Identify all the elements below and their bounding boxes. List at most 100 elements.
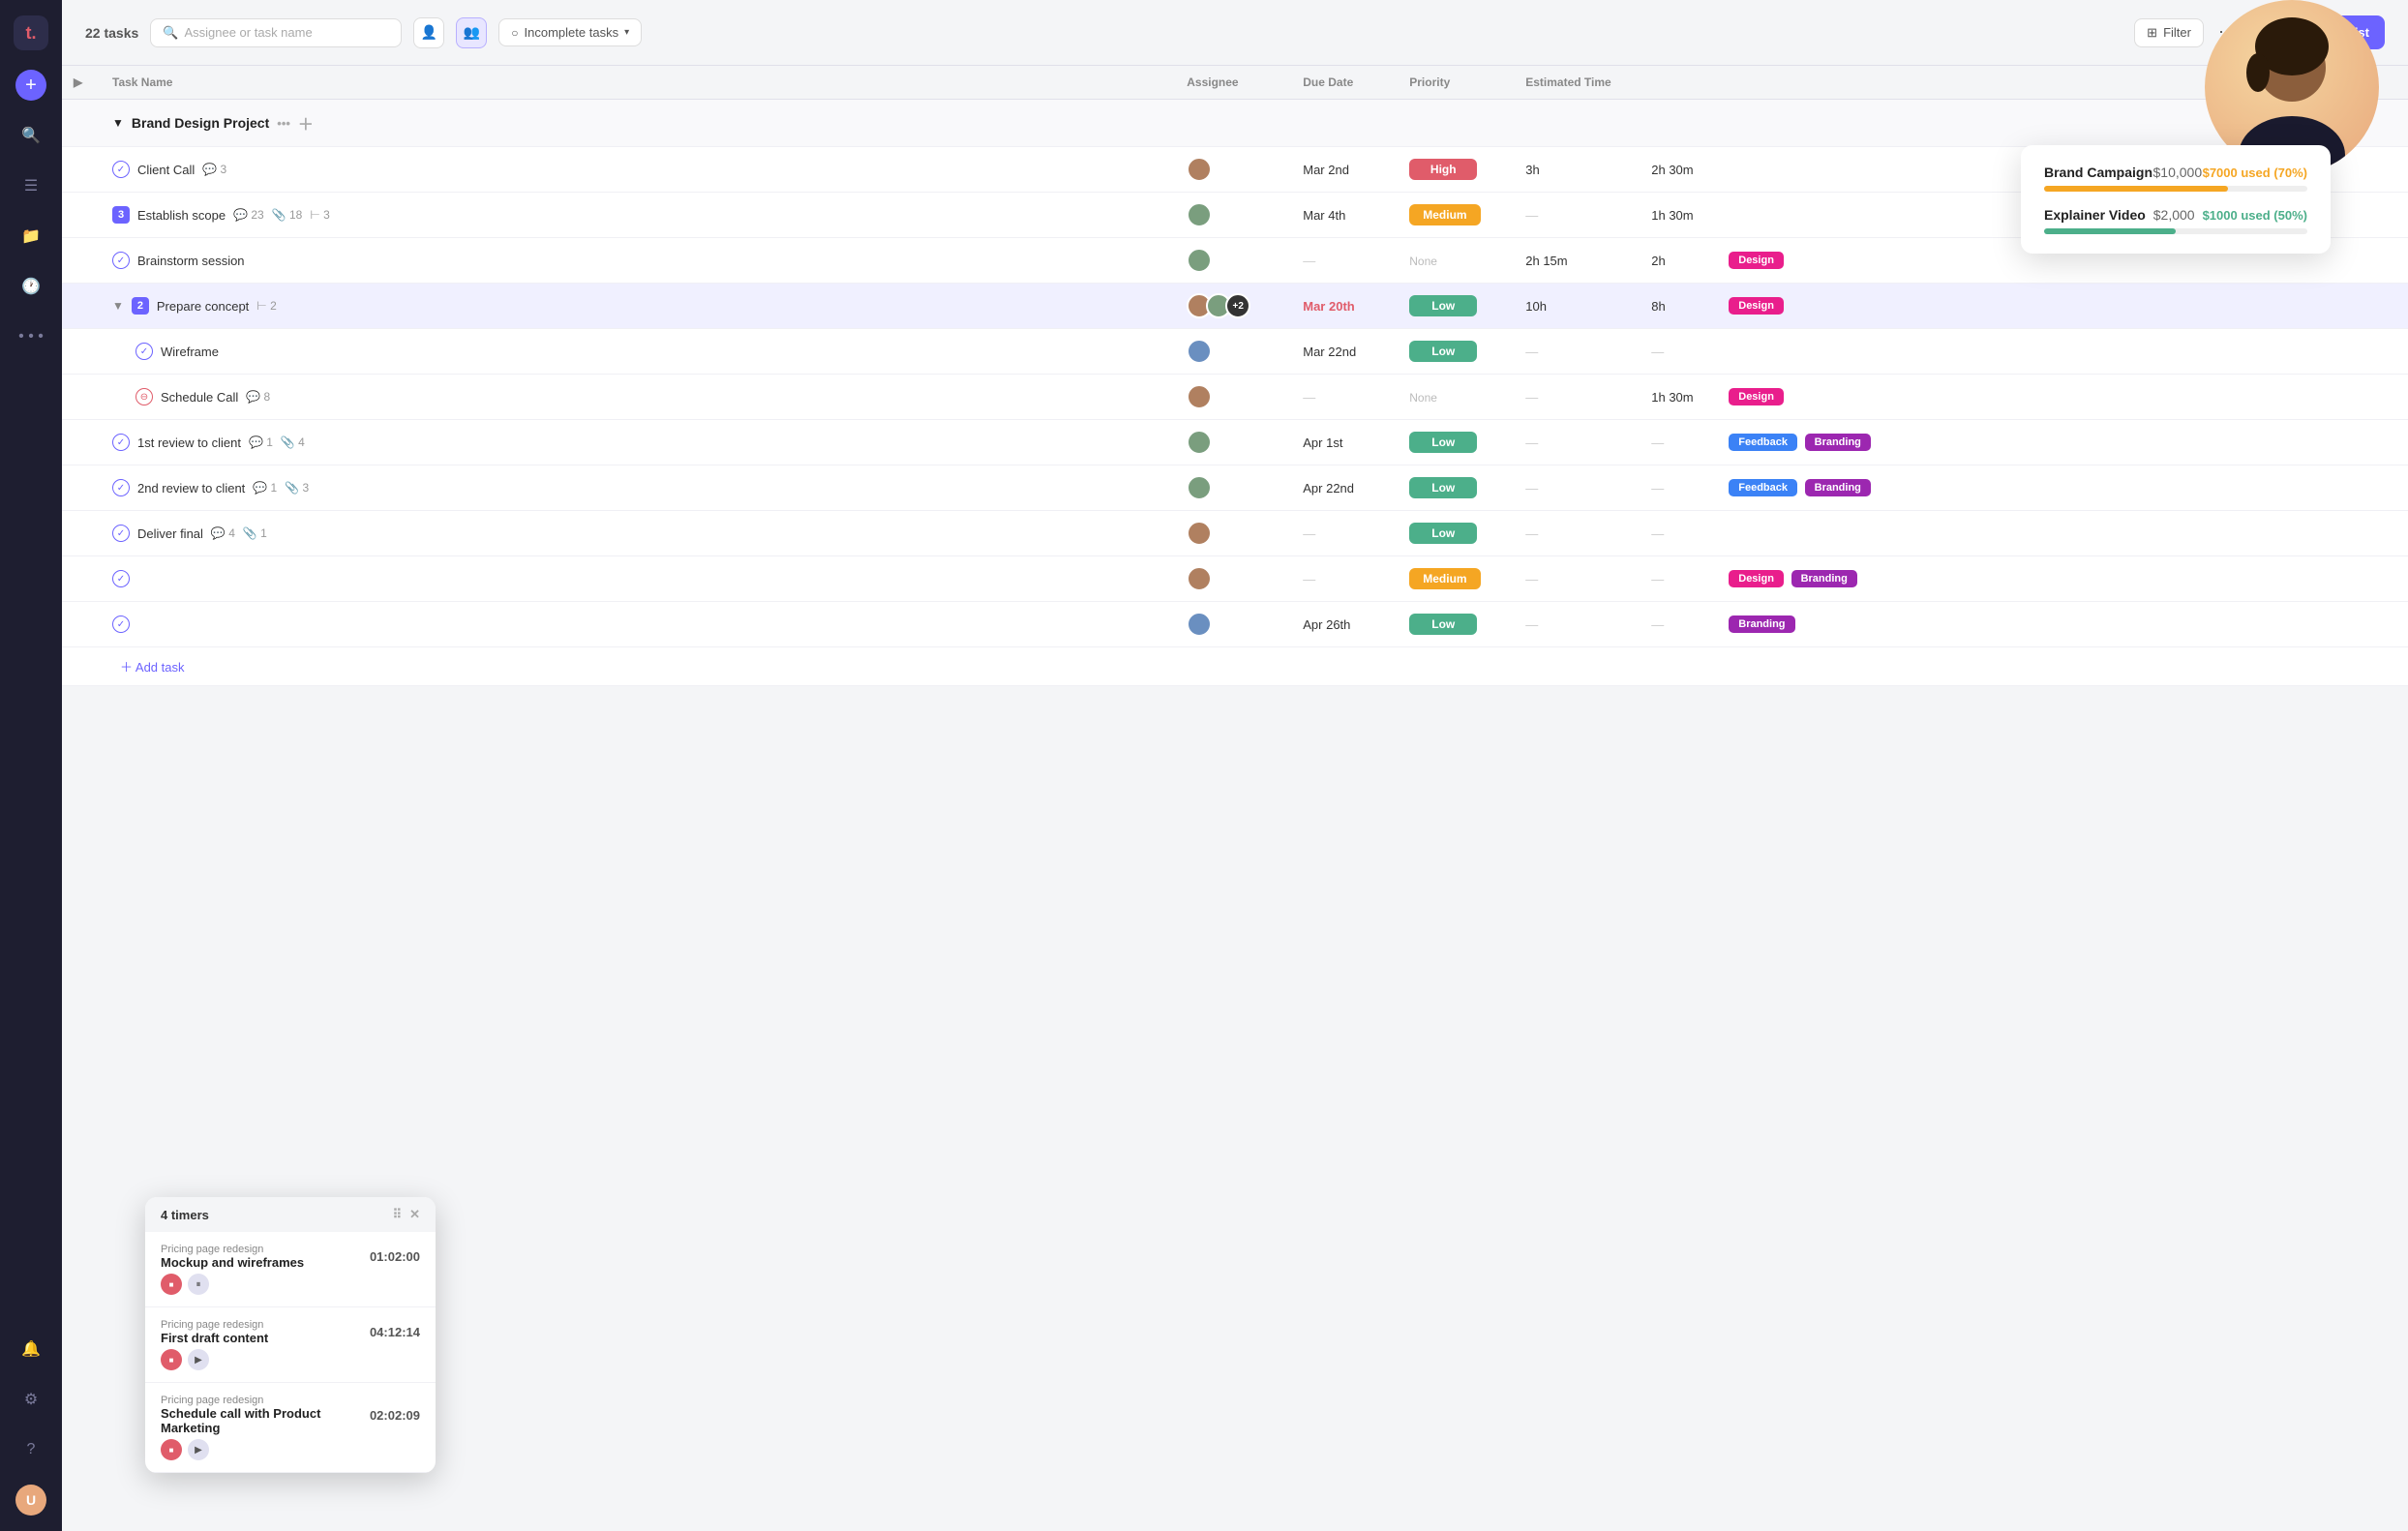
- sidebar-item-list[interactable]: ☰: [15, 170, 46, 201]
- tag: Design: [1729, 388, 1784, 405]
- task-checkbox[interactable]: ✓: [112, 525, 130, 542]
- timer-popup: 4 timers ⠿ ✕ Pricing page redesign Mocku…: [145, 1197, 436, 1473]
- actual-time: 2h: [1640, 238, 1717, 284]
- priority-badge: Low: [1409, 432, 1477, 453]
- budget-total: $2,000: [2153, 207, 2195, 223]
- sidebar-item-more[interactable]: • • •: [15, 321, 46, 352]
- sidebar-item-settings[interactable]: ⚙: [15, 1384, 46, 1415]
- collapse-icon[interactable]: ▼: [112, 299, 124, 313]
- priority-badge: Low: [1409, 295, 1477, 316]
- avatar: [1187, 566, 1212, 591]
- task-checkbox[interactable]: ✓: [135, 343, 153, 360]
- expand-btn[interactable]: 2: [132, 297, 149, 315]
- filter-btn[interactable]: ⊞ Filter: [2134, 18, 2204, 47]
- priority-badge: None: [1409, 391, 1437, 405]
- tag: Branding: [1805, 434, 1871, 451]
- tags-header: [1717, 66, 2408, 100]
- tag: Design: [1729, 570, 1784, 587]
- due-date: Mar 2nd: [1291, 147, 1398, 193]
- timer-stop-btn[interactable]: ■: [161, 1274, 182, 1295]
- timer-item: Pricing page redesign First draft conten…: [145, 1307, 436, 1383]
- timer-stop-btn[interactable]: ■: [161, 1349, 182, 1370]
- task-name: Establish scope: [137, 208, 226, 223]
- assignee-filter-btn[interactable]: 👤: [413, 17, 444, 48]
- due-date: Apr 26th: [1291, 602, 1398, 647]
- app-logo[interactable]: t.: [14, 15, 48, 50]
- main-area: 22 tasks 🔍 Assignee or task name 👤 👥 ○ I…: [62, 0, 2408, 1531]
- timer-play-btn[interactable]: ▶: [188, 1349, 209, 1370]
- header: 22 tasks 🔍 Assignee or task name 👤 👥 ○ I…: [62, 0, 2408, 66]
- tag: Branding: [1791, 570, 1857, 587]
- task-name: Brainstorm session: [137, 254, 245, 268]
- budget-used: $7000 used (70%): [2203, 165, 2307, 180]
- section-collapse-icon[interactable]: ▼: [112, 116, 124, 130]
- est-time: —: [1514, 420, 1640, 465]
- timer-item: Pricing page redesign Schedule call with…: [145, 1383, 436, 1473]
- due-date: Mar 20th: [1291, 284, 1398, 329]
- table-row: ✓ 2nd review to client 💬 1 📎 3 Apr 22nd …: [62, 465, 2408, 511]
- est-time: —: [1514, 375, 1640, 420]
- timer-stop-btn[interactable]: ■: [161, 1439, 182, 1460]
- expand-icon[interactable]: ▶: [74, 75, 82, 89]
- table-row: ✓ Deliver final 💬 4 📎 1 — Low —: [62, 511, 2408, 556]
- tag: Branding: [1729, 615, 1794, 633]
- assignee-avatars: [1187, 566, 1279, 591]
- task-checkbox[interactable]: ✓: [112, 615, 130, 633]
- timer-controls: ■ ▶: [161, 1439, 420, 1460]
- timer-project: Pricing page redesign: [161, 1319, 268, 1331]
- timer-controls: ■ ▶: [161, 1349, 420, 1370]
- subtask-count: ⊢ 3: [310, 208, 329, 222]
- status-filter[interactable]: ○ Incomplete tasks ▾: [498, 18, 642, 46]
- assignee-avatars: [1187, 384, 1279, 409]
- timer-close-icon[interactable]: ✕: [409, 1207, 420, 1222]
- task-checkbox[interactable]: ⊖: [135, 388, 153, 405]
- assignee-header: Assignee: [1175, 66, 1291, 100]
- filter-label: Incomplete tasks: [525, 25, 619, 40]
- timer-pause-btn[interactable]: ⏸: [188, 1274, 209, 1295]
- expand-btn[interactable]: 3: [112, 206, 130, 224]
- filter-icon: ⊞: [2147, 25, 2157, 41]
- search-box[interactable]: 🔍 Assignee or task name: [150, 18, 402, 47]
- actual-time: —: [1640, 329, 1717, 375]
- actual-time: 2h 30m: [1640, 147, 1717, 193]
- timer-drag-icon[interactable]: ⠿: [393, 1207, 403, 1222]
- tag: Branding: [1805, 479, 1871, 496]
- timer-play-btn[interactable]: ▶: [188, 1439, 209, 1460]
- budget-bar-fill: [2044, 186, 2228, 192]
- task-checkbox[interactable]: ✓: [112, 434, 130, 451]
- timer-header: 4 timers ⠿ ✕: [145, 1197, 436, 1232]
- assignee-avatars: [1187, 475, 1279, 500]
- sidebar-item-search[interactable]: 🔍: [15, 120, 46, 151]
- task-checkbox[interactable]: ✓: [112, 252, 130, 269]
- assignee-avatars: [1187, 430, 1279, 455]
- sidebar-item-help[interactable]: ?: [15, 1434, 46, 1465]
- sidebar-item-notifications[interactable]: 🔔: [15, 1334, 46, 1365]
- due-date-header: Due Date: [1291, 66, 1398, 100]
- more-options-btn[interactable]: ⋯: [2212, 17, 2242, 48]
- add-task-list-btn[interactable]: ＋ + Add task list: [2250, 15, 2385, 49]
- task-checkbox[interactable]: ✓: [112, 161, 130, 178]
- plus-icon: ＋: [2266, 23, 2278, 42]
- comment-count: 💬 8: [246, 390, 270, 404]
- budget-name: Explainer Video: [2044, 207, 2146, 223]
- add-task-row[interactable]: ＋ Add task: [62, 647, 2408, 686]
- group-btn[interactable]: 👥: [456, 17, 487, 48]
- actual-time: —: [1640, 602, 1717, 647]
- attachment-count: 📎 18: [272, 208, 303, 222]
- task-checkbox[interactable]: ✓: [112, 479, 130, 496]
- section-more-icon[interactable]: •••: [277, 116, 290, 131]
- add-button[interactable]: +: [15, 70, 46, 101]
- time-header: [1640, 66, 1717, 100]
- timer-task: Mockup and wireframes: [161, 1255, 304, 1270]
- table-row: ⊖ Schedule Call 💬 8 — None — 1h 30m: [62, 375, 2408, 420]
- assignee-avatars: [1187, 202, 1279, 227]
- budget-used: $1000 used (50%): [2203, 208, 2307, 223]
- tag: Feedback: [1729, 434, 1797, 451]
- sidebar-item-folder[interactable]: 📁: [15, 221, 46, 252]
- actual-time: 1h 30m: [1640, 193, 1717, 238]
- section-add-icon[interactable]: ＋: [298, 111, 314, 135]
- task-checkbox[interactable]: ✓: [112, 570, 130, 587]
- sidebar-item-time[interactable]: 🕐: [15, 271, 46, 302]
- user-avatar[interactable]: U: [15, 1485, 46, 1516]
- timer-time: 01:02:00: [370, 1249, 420, 1264]
